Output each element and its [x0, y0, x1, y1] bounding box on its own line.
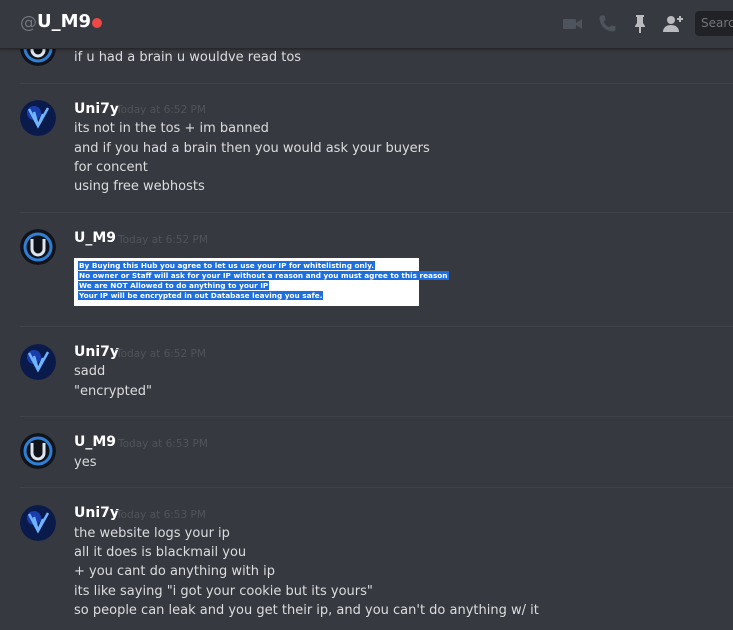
message-author[interactable]: Uni7y: [74, 505, 119, 521]
message-divider: [20, 212, 733, 213]
message-divider: [20, 487, 733, 488]
pin-icon[interactable]: [628, 12, 652, 36]
status-dnd-indicator: [92, 18, 102, 28]
image-attachment[interactable]: By Buying this Hub you agree to let us u…: [74, 258, 449, 306]
message-text: + you cant do anything with ip: [74, 564, 276, 579]
message-text: its like saying "i got your cookie but i…: [74, 584, 373, 599]
search-placeholder: Search: [701, 16, 733, 30]
message-text: all it does is blackmail you: [74, 545, 247, 560]
attachment-text: Your IP will be encrypted in out Databas…: [78, 291, 324, 300]
channel-header: @ U_M9 Search: [0, 0, 733, 49]
message-timestamp: Today at 6:52 PM: [116, 104, 206, 116]
message-author[interactable]: U_M9: [74, 434, 116, 450]
message-text: so people can leak and you get their ip,…: [74, 603, 539, 618]
dm-at-symbol: @: [20, 13, 37, 33]
add-member-icon[interactable]: [661, 12, 685, 36]
message-text: if u had a brain u wouldve read tos: [74, 50, 302, 65]
avatar[interactable]: [20, 505, 56, 541]
message-text: and if you had a brain then you would as…: [74, 141, 430, 156]
avatar[interactable]: [20, 100, 56, 136]
message-text: using free webhosts: [74, 179, 205, 194]
message-divider: [20, 83, 733, 84]
phone-icon[interactable]: [595, 12, 619, 36]
avatar[interactable]: [20, 229, 56, 265]
message-author[interactable]: Uni7y: [74, 101, 119, 117]
attachment-text: No owner or Staff will ask for your IP w…: [78, 271, 449, 280]
avatar[interactable]: [20, 344, 56, 380]
message-author[interactable]: U_M9: [74, 230, 116, 246]
search-input[interactable]: Search: [695, 11, 733, 36]
avatar[interactable]: [20, 433, 56, 469]
message-divider: [20, 416, 733, 417]
attachment-text: We are NOT Allowed to do anything to you…: [78, 281, 270, 290]
message-timestamp: Today at 6:53 PM: [118, 438, 208, 450]
message-text: sadd: [74, 364, 106, 379]
message-text: yes: [74, 455, 97, 470]
message-text: "encrypted": [74, 384, 152, 399]
video-icon[interactable]: [561, 12, 585, 36]
message-text: the website logs your ip: [74, 526, 230, 541]
message-list: if u had a brain u wouldve read tos Uni7…: [0, 0, 733, 630]
message-timestamp: Today at 6:52 PM: [118, 234, 208, 246]
message-text: its not in the tos + im banned: [74, 121, 269, 136]
message-timestamp: Today at 6:52 PM: [116, 348, 206, 360]
channel-title[interactable]: U_M9: [37, 11, 91, 32]
message-text: for concent: [74, 160, 148, 175]
message-timestamp: Today at 6:53 PM: [116, 509, 206, 521]
attachment-text: By Buying this Hub you agree to let us u…: [78, 261, 376, 270]
message-divider: [20, 326, 733, 327]
message-author[interactable]: Uni7y: [74, 344, 119, 360]
